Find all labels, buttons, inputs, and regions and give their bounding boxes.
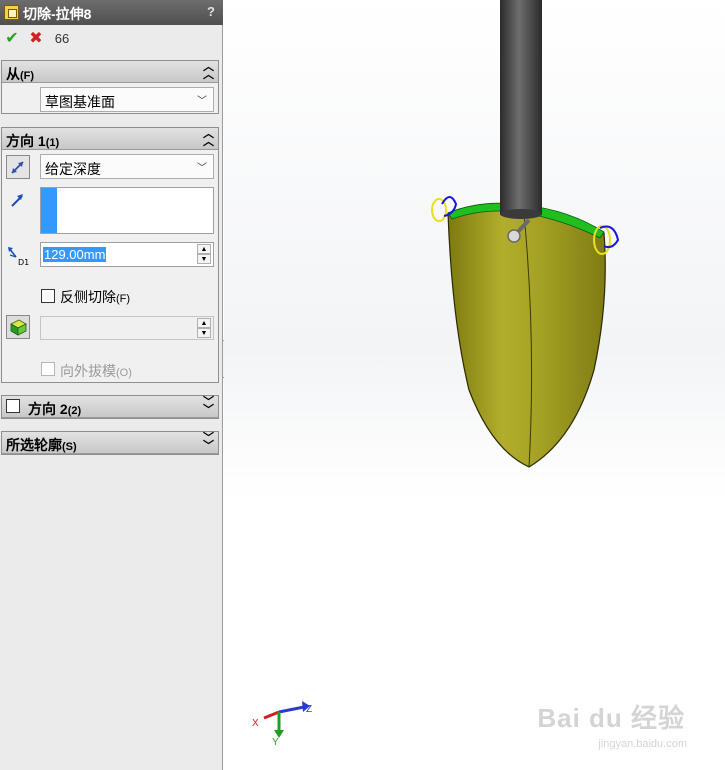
- graphics-area[interactable]: Z X Y Bai du 经验 jingyan.baidu.com: [224, 0, 725, 770]
- triad-x-axis: [263, 710, 280, 720]
- property-manager-panel: 切除-拉伸8 ? ✔ ✖ 66 从(F) ︿ ︿ 草图基准面 ﹀ 方向 1(1) …: [0, 0, 223, 770]
- reverse-direction-button[interactable]: [6, 155, 30, 179]
- model-view: [263, 0, 620, 738]
- draft-outward-label: 向外拔模: [60, 363, 116, 379]
- cancel-button[interactable]: ✖: [26, 30, 46, 48]
- reverse-direction-icon: [11, 161, 24, 174]
- watermark-url: jingyan.baidu.com: [598, 738, 687, 750]
- direction1-header-key: (1): [45, 137, 60, 149]
- detailed-preview-icon[interactable]: 66: [52, 30, 72, 48]
- triad-z-axis: [278, 705, 305, 714]
- flip-cut-key: (F): [116, 293, 131, 305]
- watermark-logo: Bai du 经验: [537, 703, 685, 733]
- end-condition-dropdown[interactable]: 给定深度 ﹀: [40, 154, 214, 179]
- flip-cut-label: 反侧切除: [60, 289, 116, 305]
- depth-value: 129.00mm: [43, 247, 107, 262]
- help-icon[interactable]: ?: [207, 4, 215, 19]
- selected-contours-key: (S): [62, 441, 77, 453]
- draft-button[interactable]: [6, 315, 30, 339]
- from-header-label: 从: [6, 66, 20, 82]
- chevron-down-icon[interactable]: ﹀ ﹀: [203, 433, 214, 452]
- from-dropdown[interactable]: 草图基准面 ﹀: [40, 87, 214, 112]
- draft-outward-key: (O): [116, 367, 132, 379]
- shaft-end: [500, 209, 542, 219]
- depth-icon: D1: [8, 247, 29, 267]
- from-dropdown-value: 草图基准面: [45, 94, 115, 110]
- direction1-group-header[interactable]: 方向 1(1) ︿ ︿: [2, 128, 218, 150]
- selection-highlight: [41, 188, 57, 233]
- chevron-down-icon: ﹀: [197, 96, 207, 107]
- draft-angle-spinner[interactable]: ▲ ▼: [197, 318, 211, 338]
- from-group-header[interactable]: 从(F) ︿ ︿: [2, 61, 218, 83]
- direction1-header-label: 方向 1: [6, 133, 46, 149]
- cut-extrude-icon: [4, 5, 19, 20]
- chevron-down-icon: ﹀: [197, 163, 207, 174]
- chevron-down-icon[interactable]: ﹀ ﹀: [203, 397, 214, 416]
- selected-contours-label: 所选轮廓: [6, 437, 62, 453]
- ok-button[interactable]: ✔: [2, 30, 22, 48]
- depth-input[interactable]: 129.00mm ▲ ▼: [40, 242, 214, 267]
- direction1-group: 方向 1(1) ︿ ︿ 给定深度 ﹀ D1 129.00mm ▲ ▼ 反侧切除(…: [1, 127, 219, 383]
- triad-z-label: Z: [306, 704, 313, 715]
- draft-angle-input[interactable]: ▲ ▼: [40, 316, 214, 340]
- direction2-group-header[interactable]: 方向 2(2) ﹀ ﹀: [2, 396, 218, 418]
- draft-icon: [10, 319, 27, 336]
- direction2-group: 方向 2(2) ﹀ ﹀: [1, 395, 219, 419]
- selected-contours-header[interactable]: 所选轮廓(S) ﹀ ﹀: [2, 432, 218, 454]
- panel-titlebar: 切除-拉伸8 ?: [0, 0, 223, 25]
- direction-selection-box[interactable]: [40, 187, 214, 234]
- direction-vector-icon: [11, 194, 23, 207]
- triad-x-label: X: [252, 718, 259, 729]
- flip-cut-checkbox[interactable]: [41, 289, 55, 303]
- direction2-checkbox[interactable]: [6, 399, 20, 413]
- chevron-up-icon[interactable]: ︿ ︿: [203, 129, 214, 148]
- from-header-key: (F): [20, 70, 35, 82]
- direction2-header-key: (2): [67, 405, 82, 417]
- from-group: 从(F) ︿ ︿ 草图基准面 ﹀: [1, 60, 219, 114]
- end-condition-value: 给定深度: [45, 161, 101, 177]
- shovel-shaft: [500, 0, 542, 215]
- draft-outward-checkbox[interactable]: [41, 362, 55, 376]
- selected-contours-group: 所选轮廓(S) ﹀ ﹀: [1, 431, 219, 455]
- depth-drag-handle[interactable]: [507, 229, 521, 243]
- direction2-header-label: 方向 2: [28, 401, 68, 417]
- depth-spinner[interactable]: ▲ ▼: [197, 244, 211, 264]
- triad-y-label: Y: [272, 737, 279, 748]
- chevron-up-icon[interactable]: ︿ ︿: [203, 62, 214, 81]
- panel-title: 切除-拉伸8: [23, 6, 92, 22]
- svg-text:D1: D1: [18, 258, 29, 267]
